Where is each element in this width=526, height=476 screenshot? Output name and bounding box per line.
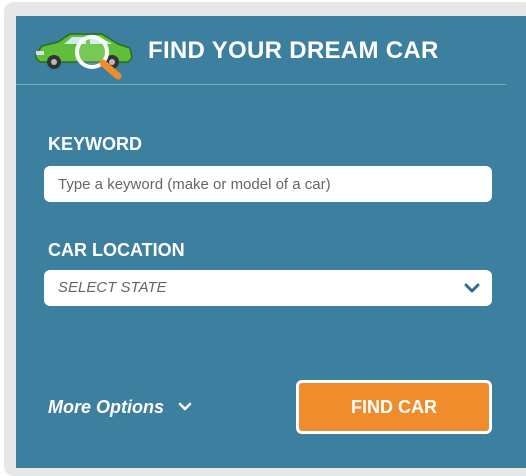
state-select-value: SELECT STATE	[58, 279, 167, 296]
keyword-input[interactable]	[44, 166, 492, 202]
chevron-down-icon	[464, 283, 480, 293]
car-magnifier-icon	[35, 33, 133, 80]
more-options-label: More Options	[48, 397, 164, 417]
panel-header: FIND YOUR DREAM CAR	[16, 16, 506, 85]
chevron-down-icon	[179, 402, 192, 411]
search-panel: FIND YOUR DREAM CAR KEYWORD CAR LOCATION…	[16, 16, 526, 468]
keyword-label: KEYWORD	[48, 134, 142, 154]
more-options-toggle[interactable]: More Options	[48, 397, 192, 423]
car-location-label: CAR LOCATION	[48, 240, 185, 260]
state-select[interactable]: SELECT STATE	[44, 270, 492, 306]
panel-title: FIND YOUR DREAM CAR	[148, 37, 439, 64]
find-car-button[interactable]: FIND CAR	[296, 380, 492, 434]
